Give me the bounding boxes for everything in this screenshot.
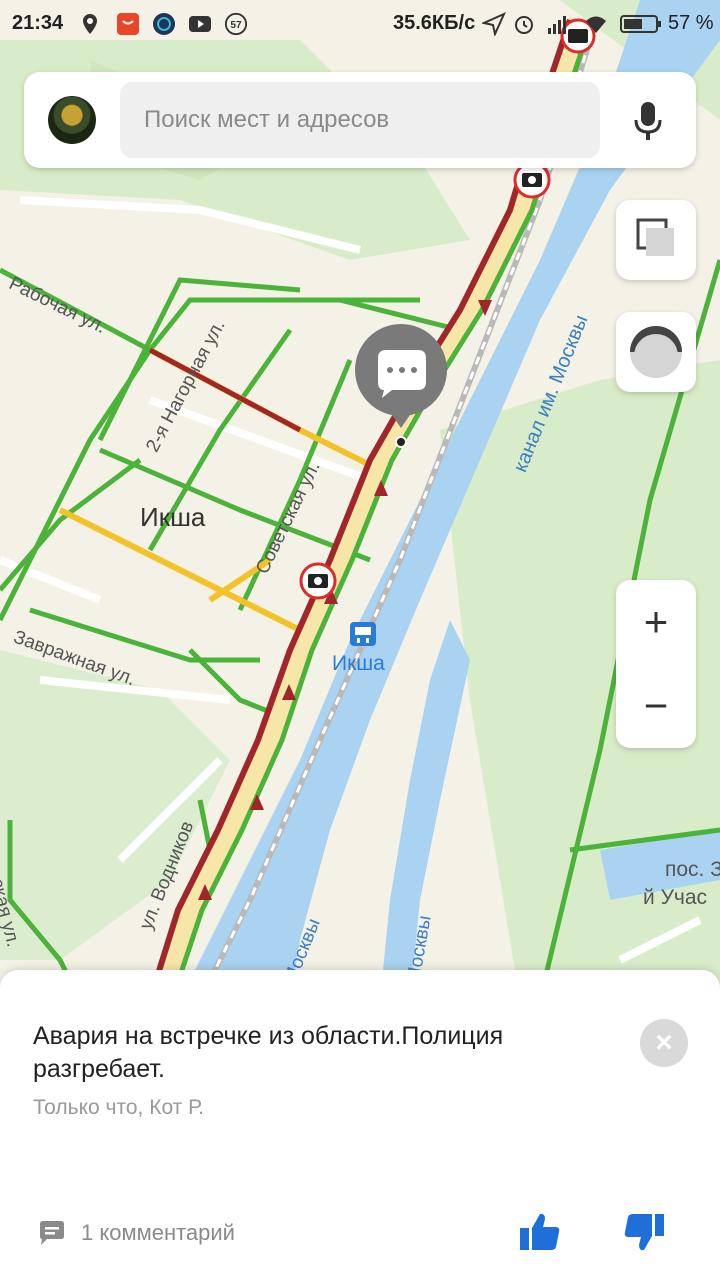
train-station-icon (350, 622, 376, 646)
app-notification-icon (153, 13, 175, 35)
thumbs-up-icon[interactable] (518, 1210, 562, 1254)
event-message: Авария на встречке из области.Полиция ра… (33, 1022, 504, 1083)
zoom-in-button[interactable]: + (616, 580, 696, 664)
town-label: Икша (140, 502, 206, 532)
status-bar: 21:34 57 35.6КБ/с 57 % (0, 0, 720, 50)
navigation-arrow-icon (482, 12, 506, 36)
traffic-toggle-button[interactable] (616, 312, 696, 392)
avatar[interactable] (48, 96, 96, 144)
speed-camera-icon[interactable] (299, 562, 337, 600)
location-pin-icon (83, 14, 97, 34)
search-placeholder: Поиск мест и адресов (144, 106, 390, 133)
battery-icon (620, 15, 661, 33)
battery-level: 57 % (668, 12, 714, 34)
zoom-out-button[interactable]: − (616, 664, 696, 748)
signal-icon (548, 16, 566, 34)
aliexpress-icon (117, 13, 139, 35)
layers-button[interactable] (616, 200, 696, 280)
station-label: Икша (332, 652, 385, 675)
youtube-icon (189, 16, 211, 32)
settlement-label: пос. З (665, 858, 720, 881)
notification-badge-icon: 57 (224, 12, 248, 36)
zoom-controls: + − (616, 580, 696, 748)
event-meta: Только что, Кот Р. (33, 1096, 204, 1119)
settlement-label: й Учас (643, 886, 708, 909)
event-card: Авария на встречке из области.Полиция ра… (0, 970, 720, 1280)
speed-camera-icon[interactable] (513, 161, 551, 199)
wifi-icon (586, 16, 606, 33)
search-bar: Поиск мест и адресов (24, 72, 696, 168)
search-input[interactable]: Поиск мест и адресов (120, 82, 600, 158)
comments-link[interactable]: 1 комментарий (81, 1220, 235, 1246)
microphone-icon[interactable] (632, 100, 664, 142)
svg-text:57: 57 (230, 20, 242, 31)
network-speed: 35.6КБ/с (393, 12, 476, 34)
comment-icon[interactable] (38, 1220, 66, 1246)
alarm-icon (515, 16, 533, 34)
status-time: 21:34 (12, 12, 64, 34)
layers-icon (636, 218, 674, 256)
close-button[interactable]: × (640, 1019, 688, 1067)
traffic-icon (630, 326, 682, 378)
thumbs-down-icon[interactable] (622, 1210, 666, 1254)
